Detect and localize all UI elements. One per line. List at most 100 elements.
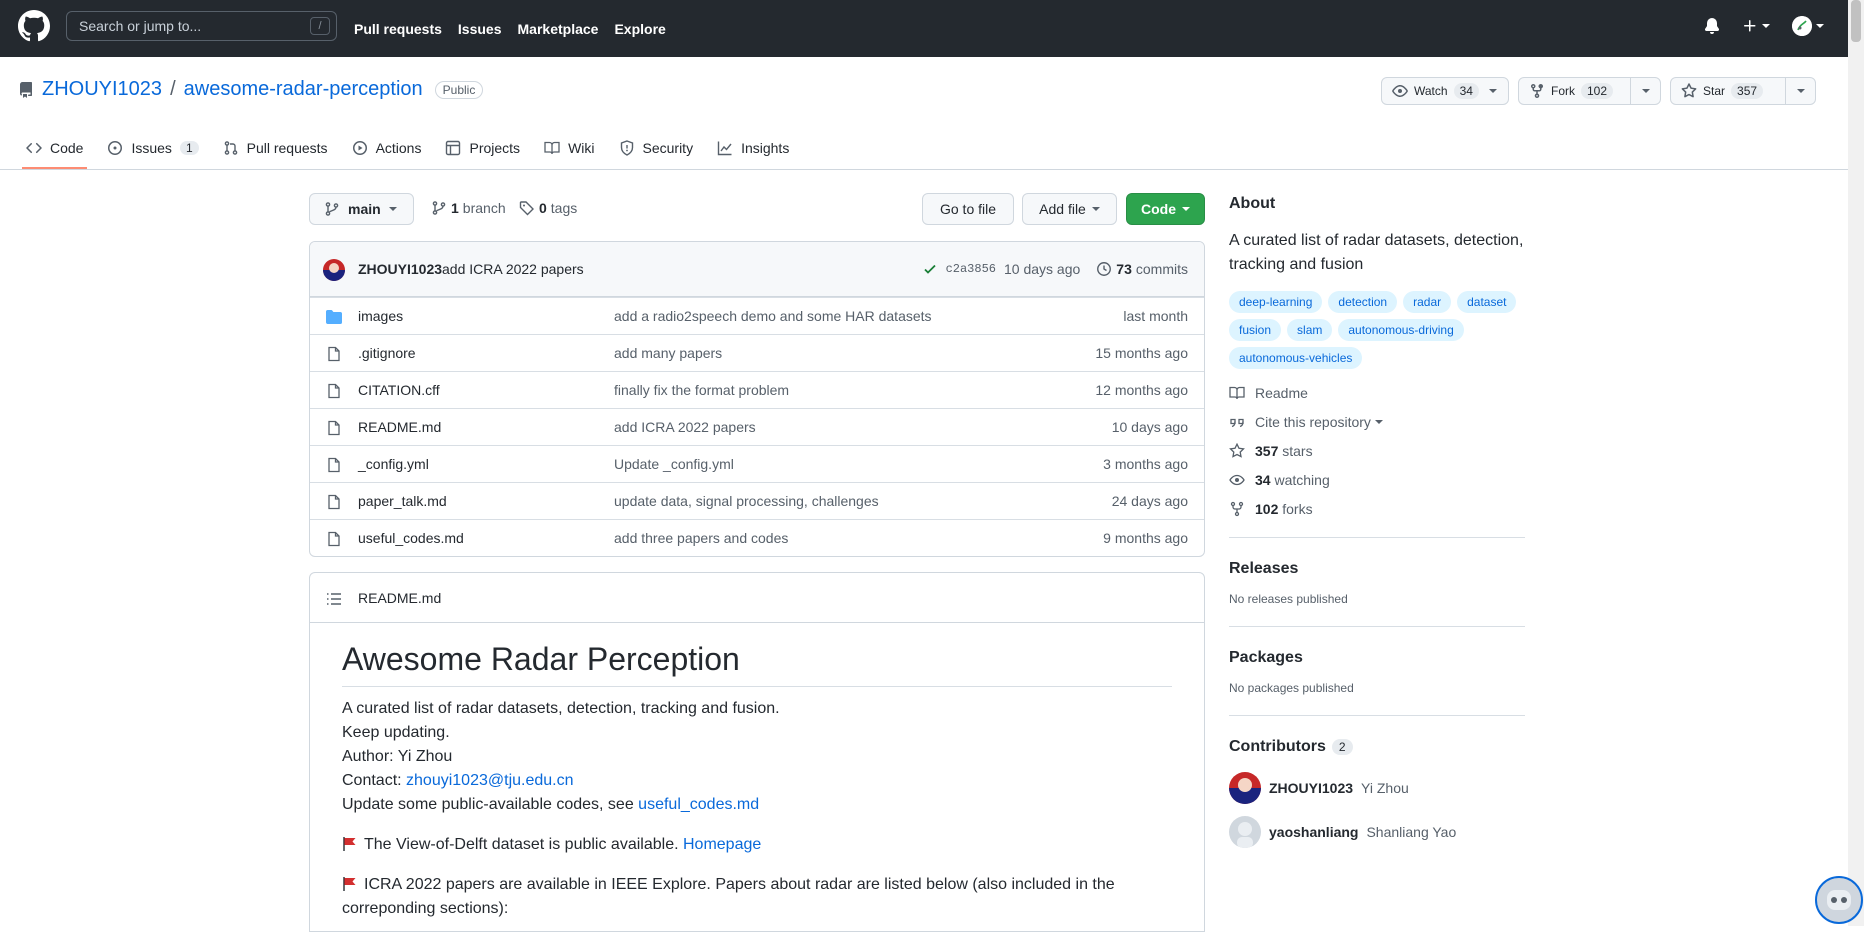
tab-wiki[interactable]: Wiki [534,127,604,169]
avatar[interactable] [323,259,345,281]
tags-link[interactable]: 0 tags [519,200,577,216]
file-commit-message[interactable]: add three papers and codes [614,530,788,546]
contributor-item[interactable]: yaoshanliang Shanliang Yao [1229,816,1525,848]
graph-icon [717,141,732,156]
topic-tag[interactable]: radar [1403,291,1452,313]
file-row[interactable]: CITATION.cff finally fix the format prob… [310,371,1204,408]
watch-main[interactable]: Watch 34 [1382,78,1489,104]
tab-issues[interactable]: Issues 1 [97,127,208,169]
topic-tag[interactable]: dataset [1457,291,1517,313]
file-row[interactable]: README.md add ICRA 2022 papers 10 days a… [310,408,1204,445]
user-menu-dropdown[interactable] [1792,16,1824,36]
cite-repository-link[interactable]: Cite this repository [1229,414,1525,430]
file-row[interactable]: .gitignore add many papers 15 months ago [310,334,1204,371]
scrollbar-thumb[interactable] [1851,0,1861,42]
file-name[interactable]: README.md [358,419,441,435]
topic-tag[interactable]: autonomous-vehicles [1229,347,1363,369]
packages-heading[interactable]: Packages [1229,649,1525,667]
readme-panel: README.md Awesome Radar Perception A cur… [309,572,1205,932]
create-new-dropdown[interactable] [1742,18,1770,34]
star-dropdown[interactable] [1785,78,1815,104]
watching-link[interactable]: 34 watching [1229,472,1525,488]
file-commit-message[interactable]: Update _config.yml [614,456,734,472]
file-row[interactable]: useful_codes.md add three papers and cod… [310,519,1204,556]
about-heading: About [1229,195,1276,212]
contact-label: Contact: [342,772,407,789]
commits-link[interactable]: 73 commits [1096,261,1188,277]
stars-link[interactable]: 357 stars [1229,443,1525,459]
notification-bell-icon[interactable] [1704,18,1720,34]
go-to-file-button[interactable]: Go to file [922,193,1014,225]
homepage-link[interactable]: Homepage [683,836,761,853]
tab-projects[interactable]: Projects [435,127,530,169]
readme-filename[interactable]: README.md [358,590,441,606]
nav-issues[interactable]: Issues [458,21,502,37]
plus-icon [1744,20,1756,32]
topic-tag[interactable]: detection [1328,291,1398,313]
tab-insights[interactable]: Insights [707,127,799,169]
watch-dropdown[interactable] [1488,89,1507,93]
repo-owner-link[interactable]: ZHOUYI1023 [42,78,162,101]
file-commit-message[interactable]: add a radio2speech demo and some HAR dat… [614,308,932,324]
file-name[interactable]: .gitignore [358,345,416,361]
chevron-down-icon [1816,24,1824,28]
branch-selector[interactable]: main [309,193,414,225]
repo-name-link[interactable]: awesome-radar-perception [184,78,423,101]
commit-time[interactable]: 10 days ago [1004,261,1080,277]
tab-code[interactable]: Code [16,127,93,169]
projects-icon [446,140,461,156]
topic-tag[interactable]: autonomous-driving [1338,319,1464,341]
add-file-button[interactable]: Add file [1022,193,1117,225]
topic-tag[interactable]: fusion [1229,319,1282,341]
assistant-bot-icon[interactable] [1815,876,1863,924]
file-commit-message[interactable]: add many papers [614,345,722,361]
file-date: 9 months ago [1103,530,1188,546]
forks-link[interactable]: 102 forks [1229,501,1525,517]
commit-sha[interactable]: c2a3856 [946,262,996,276]
contact-email-link[interactable]: zhouyi1023@tju.edu.cn [406,772,573,789]
star-main[interactable]: Star 357 [1671,78,1785,104]
fork-main[interactable]: Fork 102 [1519,78,1630,104]
releases-heading[interactable]: Releases [1229,560,1525,578]
search-input[interactable]: Search or jump to... / [66,11,337,41]
file-name[interactable]: _config.yml [358,456,429,472]
avatar [1229,772,1261,804]
file-name[interactable]: paper_talk.md [358,493,447,509]
nav-explore[interactable]: Explore [614,21,665,37]
useful-codes-link[interactable]: useful_codes.md [638,796,759,813]
contributors-heading[interactable]: Contributors 2 [1229,738,1525,756]
code-button[interactable]: Code [1126,193,1205,225]
tabs-divider [0,169,1848,170]
github-logo-icon[interactable] [18,10,50,42]
commit-message[interactable]: add ICRA 2022 papers [442,261,584,277]
file-commit-message[interactable]: update data, signal processing, challeng… [614,493,879,509]
branches-link[interactable]: 1 branch [431,200,506,216]
tab-pull-requests[interactable]: Pull requests [213,127,338,169]
commit-author[interactable]: ZHOUYI1023 [358,261,442,277]
readme-link[interactable]: Readme [1229,385,1525,401]
topic-tag[interactable]: slam [1287,319,1333,341]
contributor-item[interactable]: ZHOUYI1023 Yi Zhou [1229,772,1525,804]
file-icon [328,457,340,473]
stars-label: stars [1282,443,1313,459]
repo-tabs: Code Issues 1 Pull requests Actions Proj… [16,127,799,169]
watch-count: 34 [1453,83,1479,99]
nav-pull-requests[interactable]: Pull requests [354,21,442,37]
fork-icon [1230,501,1244,517]
topic-tag[interactable]: deep-learning [1229,291,1323,313]
chevron-down-icon [1091,207,1100,211]
file-name[interactable]: CITATION.cff [358,382,440,398]
file-name[interactable]: images [358,308,403,324]
file-row[interactable]: images add a radio2speech demo and some … [310,297,1204,334]
file-commit-message[interactable]: add ICRA 2022 papers [614,419,756,435]
nav-marketplace[interactable]: Marketplace [518,21,599,37]
file-commit-message[interactable]: finally fix the format problem [614,382,789,398]
tab-security[interactable]: Security [609,127,704,169]
fork-dropdown[interactable] [1630,78,1660,104]
tab-actions[interactable]: Actions [342,127,432,169]
page-scrollbar[interactable] [1848,0,1864,926]
file-row[interactable]: _config.yml Update _config.yml 3 months … [310,445,1204,482]
file-name[interactable]: useful_codes.md [358,530,464,546]
file-row[interactable]: paper_talk.md update data, signal proces… [310,482,1204,519]
fork-label: Fork [1551,84,1575,98]
